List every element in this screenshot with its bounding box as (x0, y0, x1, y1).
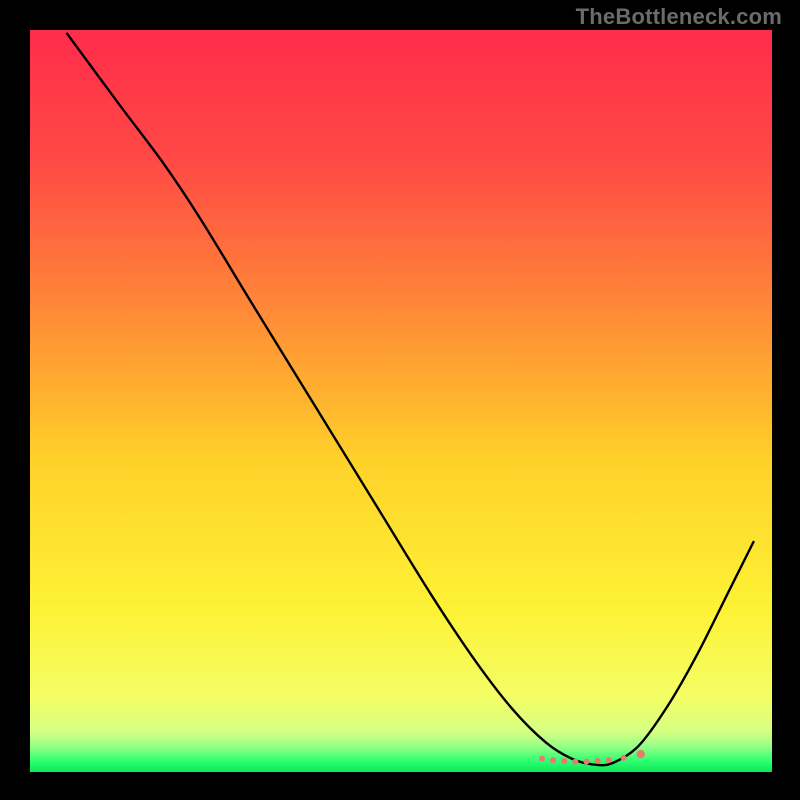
chart-stage: TheBottleneck.com (0, 0, 800, 800)
data-marker (561, 758, 567, 764)
data-marker (539, 756, 545, 762)
data-marker (621, 755, 627, 761)
data-marker (595, 758, 601, 764)
data-marker (584, 759, 590, 765)
data-marker (550, 757, 556, 763)
data-marker (606, 757, 612, 763)
bottleneck-chart (0, 0, 800, 800)
data-marker (572, 759, 578, 765)
data-marker (636, 750, 644, 758)
plot-background (30, 30, 772, 772)
